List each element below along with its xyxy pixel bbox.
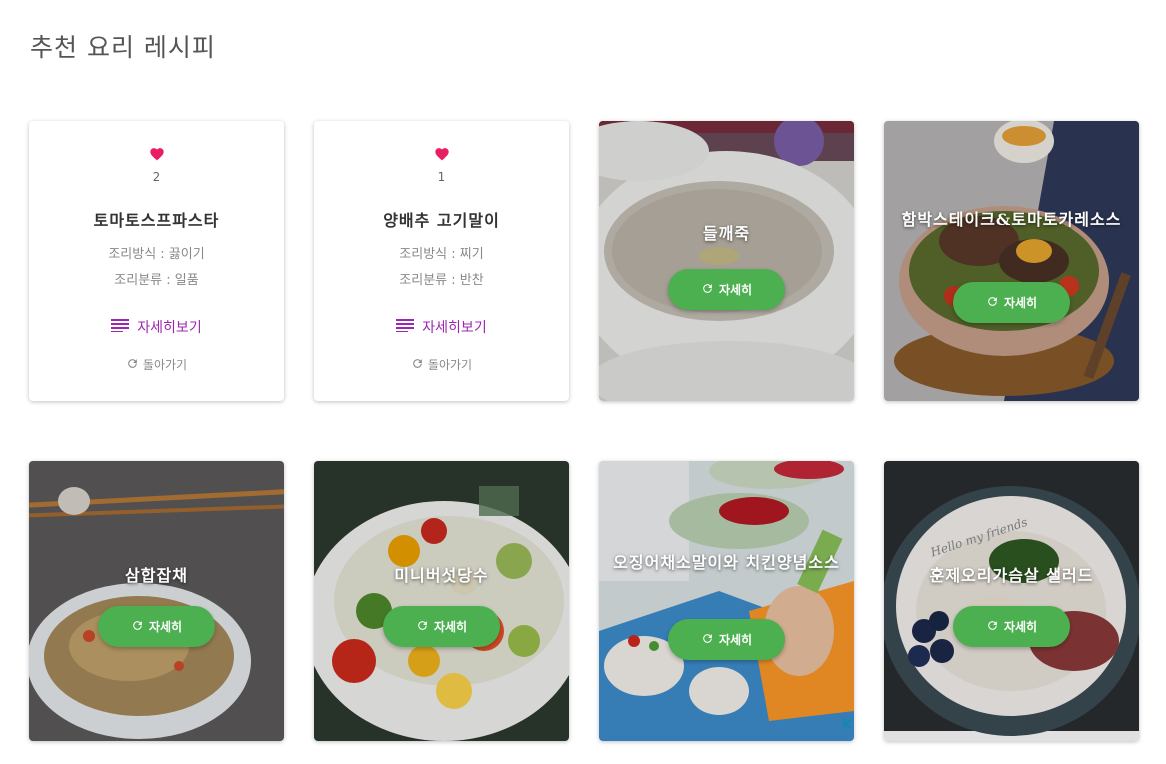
view-detail-label: 자세히보기 <box>422 320 487 336</box>
heart-icon[interactable] <box>29 146 284 161</box>
photo-overlay <box>599 121 854 401</box>
photo-overlay <box>599 461 854 741</box>
cooking-category: 조리분류 : 일품 <box>114 273 199 288</box>
view-detail-label: 자세히보기 <box>137 320 202 336</box>
go-back-label: 돌아가기 <box>142 358 188 372</box>
cooking-method: 조리방식 : 찌기 <box>399 247 484 262</box>
recipe-title: 오징어채소말이와 치킨양념소스 <box>613 553 840 572</box>
go-back-label: 돌아가기 <box>427 358 473 372</box>
recipe-title: 양배추 고기말이 <box>383 211 500 230</box>
recipe-card[interactable]: K 오징어채소말이와 치킨양념소스 자세히 <box>599 461 854 741</box>
recipe-title: 토마토스프파스타 <box>93 211 220 230</box>
detail-button-label: 자세히 <box>1003 620 1038 634</box>
refresh-icon <box>701 282 714 298</box>
list-icon <box>111 318 130 336</box>
detail-button[interactable]: 자세히 <box>953 282 1070 323</box>
refresh-icon <box>126 357 139 373</box>
recipe-card-back: 1 양배추 고기말이 조리방식 : 찌기 조리분류 : 반찬 자세히보기 돌아가… <box>314 121 569 401</box>
heart-icon[interactable] <box>314 146 569 161</box>
refresh-icon <box>416 619 429 635</box>
detail-button-label: 자세히 <box>1003 296 1038 310</box>
photo-overlay <box>884 121 1139 401</box>
detail-button[interactable]: 자세히 <box>98 606 215 647</box>
photo-overlay <box>314 461 569 741</box>
cooking-method: 조리방식 : 끓이기 <box>108 247 205 262</box>
refresh-icon <box>131 619 144 635</box>
view-detail-link[interactable]: 자세히보기 <box>314 317 569 337</box>
photo-overlay <box>29 461 284 741</box>
detail-button-label: 자세히 <box>718 283 753 297</box>
recipe-card[interactable]: 들깨죽 자세히 <box>599 121 854 401</box>
page-title: 추천 요리 레시피 <box>30 33 216 62</box>
recipe-title: 미니버섯당수 <box>394 566 489 585</box>
detail-button-label: 자세히 <box>718 633 753 647</box>
detail-button[interactable]: 자세히 <box>383 606 500 647</box>
refresh-icon <box>701 632 714 648</box>
like-count: 2 <box>152 170 161 184</box>
go-back-link[interactable]: 돌아가기 <box>314 356 569 373</box>
detail-button-label: 자세히 <box>433 620 468 634</box>
photo-overlay <box>884 461 1139 741</box>
recipe-card[interactable]: 미니버섯당수 자세히 <box>314 461 569 741</box>
refresh-icon <box>986 295 999 311</box>
recipe-title: 함박스테이크&토마토카레소스 <box>901 210 1122 229</box>
recipe-title: 훈제오리가슴살 샐러드 <box>929 566 1094 585</box>
recipe-title: 들깨죽 <box>702 224 751 243</box>
view-detail-link[interactable]: 자세히보기 <box>29 317 284 337</box>
cooking-category: 조리분류 : 반찬 <box>399 273 484 288</box>
detail-button[interactable]: 자세히 <box>668 269 785 310</box>
refresh-icon <box>986 619 999 635</box>
recipe-card[interactable]: 함박스테이크&토마토카레소스 자세히 <box>884 121 1139 401</box>
recipe-title: 삼합잡채 <box>125 566 188 585</box>
like-count: 1 <box>437 170 446 184</box>
refresh-icon <box>411 357 424 373</box>
go-back-link[interactable]: 돌아가기 <box>29 356 284 373</box>
detail-button[interactable]: 자세히 <box>953 606 1070 647</box>
recipe-card[interactable]: 삼합잡채 자세히 <box>29 461 284 741</box>
detail-button-label: 자세히 <box>148 620 183 634</box>
detail-button[interactable]: 자세히 <box>668 619 785 660</box>
recipe-card[interactable]: Hello my friends 훈제오리가슴살 샐러드 자세히 <box>884 461 1139 741</box>
recipe-card-back: 2 토마토스프파스타 조리방식 : 끓이기 조리분류 : 일품 자세히보기 돌아… <box>29 121 284 401</box>
list-icon <box>396 318 415 336</box>
